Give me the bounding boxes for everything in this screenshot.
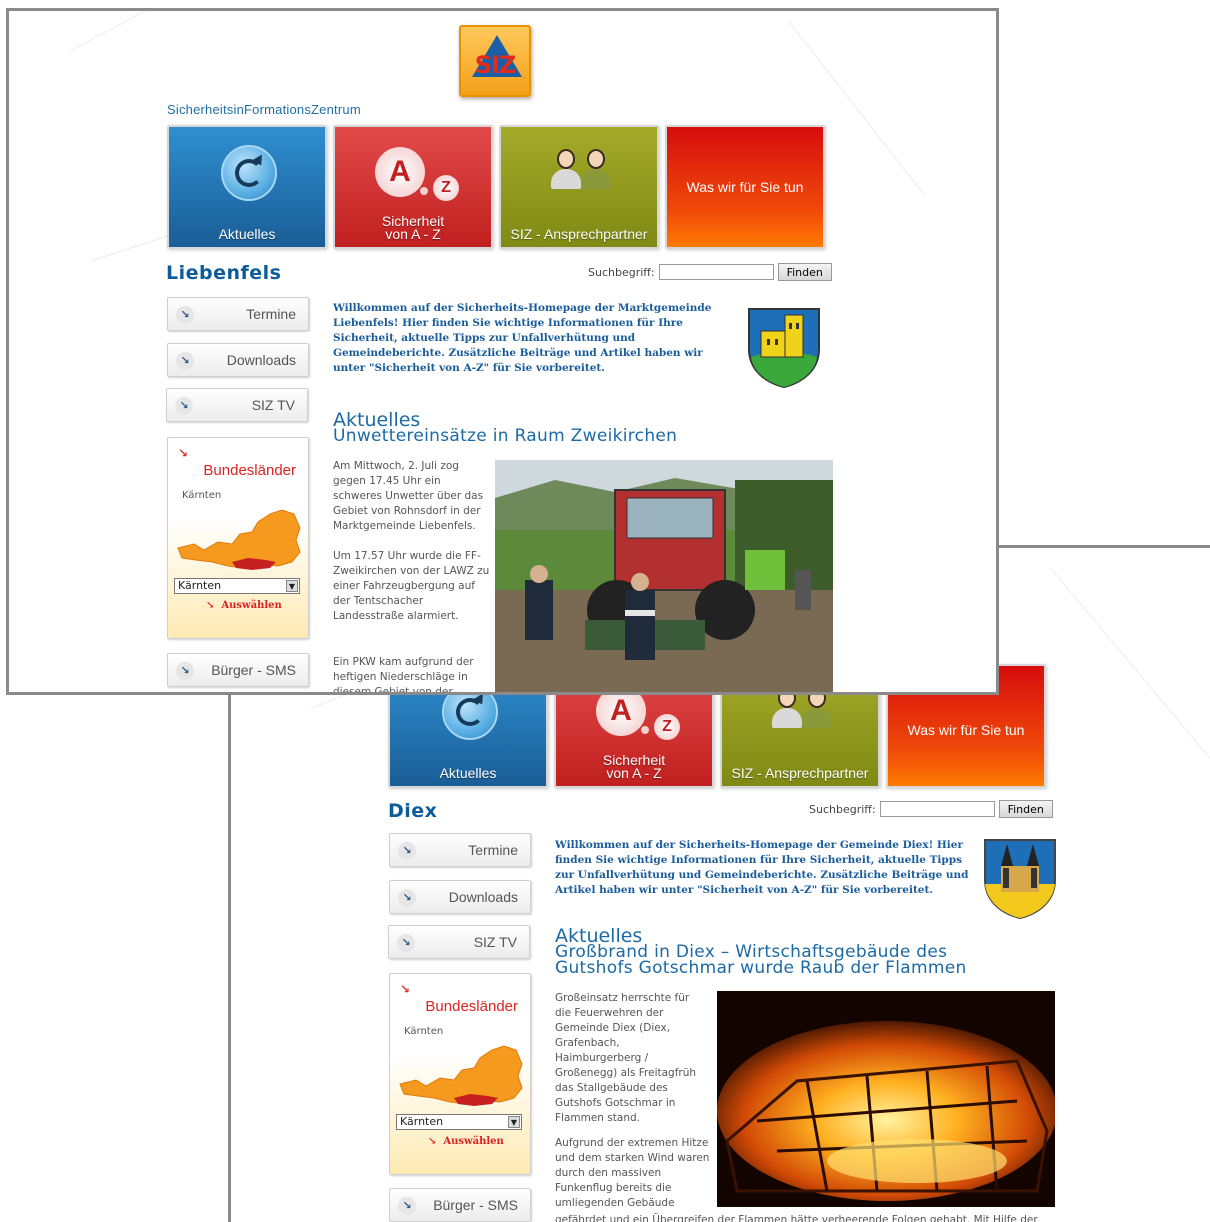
town-title: Liebenfels bbox=[166, 262, 282, 284]
nav-buerger-sms[interactable]: ↘ Bürger - SMS bbox=[167, 653, 309, 687]
tractor-flood-image bbox=[495, 460, 833, 692]
search-label: Suchbegriff: bbox=[809, 802, 876, 816]
nav-label: Termine bbox=[468, 842, 518, 858]
select-value: Kärnten bbox=[178, 579, 222, 592]
auswaehlen-link[interactable]: ↘ Auswählen bbox=[206, 600, 282, 611]
arrow-icon: ↘ bbox=[397, 934, 415, 952]
article-paragraph-1: Großeinsatz herrschte für die Feuerwehre… bbox=[555, 992, 697, 1124]
fire-photo bbox=[717, 991, 1055, 1207]
tile-label: SIZ - Ansprechpartner bbox=[731, 765, 869, 781]
storm-photo bbox=[495, 460, 833, 692]
arrow-icon: ↘ bbox=[398, 889, 416, 907]
nav-label: Bürger - SMS bbox=[211, 662, 296, 678]
tile-ansprechpartner[interactable]: SIZ - Ansprechpartner bbox=[499, 125, 659, 249]
brand-tagline: SicherheitsinFormationsZentrum bbox=[167, 102, 361, 117]
chevron-down-icon: ▼ bbox=[508, 1116, 520, 1128]
siz-logo[interactable]: SIZ bbox=[459, 25, 531, 97]
tile-label: Was wir für Sie tun bbox=[686, 179, 804, 195]
region-label: Kärnten bbox=[182, 490, 222, 501]
tile-sicherheit-a-z[interactable]: A Z Sicherheit von A - Z bbox=[333, 125, 493, 249]
tile-label: Was wir für Sie tun bbox=[907, 722, 1025, 738]
nav-termine[interactable]: ↘ Termine bbox=[167, 297, 309, 331]
liebenfels-page-screenshot: SIZ SicherheitsinFormationsZentrum Aktue… bbox=[6, 8, 999, 695]
arrow-icon: ↘ bbox=[428, 1136, 437, 1147]
tile-label: Aktuelles bbox=[439, 765, 497, 781]
diex-coat-of-arms-icon bbox=[984, 839, 1056, 920]
nav-downloads[interactable]: ↘ Downloads bbox=[389, 880, 531, 914]
a-to-z-icon: A bbox=[375, 147, 425, 197]
nav-label: Downloads bbox=[448, 889, 518, 905]
z-icon: Z bbox=[654, 714, 680, 740]
search-input[interactable] bbox=[879, 801, 995, 817]
nav-label: Downloads bbox=[226, 352, 296, 368]
search-label: Suchbegriff: bbox=[588, 265, 655, 279]
auswaehlen-label: Auswählen bbox=[443, 1136, 504, 1147]
nav-label: Bürger - SMS bbox=[433, 1197, 518, 1213]
bundeslaender-title: Bundesländer bbox=[203, 462, 296, 479]
arrow-icon: ↘ bbox=[206, 600, 215, 611]
arrow-icon: ↘ bbox=[398, 1197, 416, 1215]
nav-termine[interactable]: ↘ Termine bbox=[389, 833, 531, 867]
arrow-icon: ↘ bbox=[176, 306, 194, 324]
arrow-icon: ↘ bbox=[175, 397, 193, 415]
people-icon bbox=[551, 149, 581, 189]
article-paragraph-1: Am Mittwoch, 2. Juli zog gegen 17.45 Uhr… bbox=[333, 460, 484, 532]
tile-label: Aktuelles bbox=[218, 226, 276, 242]
tile-label-line2: von A - Z bbox=[385, 226, 441, 242]
search-button[interactable]: Finden bbox=[998, 800, 1053, 818]
nav-label: SIZ TV bbox=[473, 934, 517, 950]
nav-label: SIZ TV bbox=[251, 397, 295, 413]
tile-was-wir-tun[interactable]: Was wir für Sie tun bbox=[665, 125, 825, 249]
article-continuation: gefährdet und ein Übergreifen der Flamme… bbox=[555, 1214, 1038, 1222]
article-paragraph-2: Um 17.57 Uhr wurde die FF-Zweikirchen vo… bbox=[333, 550, 490, 622]
bundeslaender-box: ↘ Bundesländer Kärnten Kärnten ▼ ↘ Auswäh… bbox=[167, 437, 309, 639]
nav-label: Termine bbox=[246, 306, 296, 322]
region-label: Kärnten bbox=[404, 1026, 444, 1037]
barn-fire-image bbox=[717, 991, 1055, 1207]
main-tiles: Aktuelles A Z Sicherheit von A - Z SIZ - … bbox=[167, 125, 825, 249]
town-title: Diex bbox=[388, 800, 438, 822]
article-headline: Großbrand in Diex – Wirtschaftsgebäude d… bbox=[555, 942, 967, 978]
nav-siz-tv[interactable]: ↘ SIZ TV bbox=[166, 388, 308, 422]
liebenfels-coat-of-arms-icon bbox=[748, 308, 820, 389]
tile-aktuelles[interactable]: Aktuelles bbox=[167, 125, 327, 249]
welcome-text: Willkommen auf der Sicherheits-Homepage … bbox=[555, 839, 969, 896]
tile-label: SIZ - Ansprechpartner bbox=[510, 226, 648, 242]
nav-siz-tv[interactable]: ↘ SIZ TV bbox=[388, 925, 530, 959]
arrow-icon: ↘ bbox=[400, 982, 411, 996]
logo-text: SIZ bbox=[474, 51, 517, 79]
search-bar: Suchbegriff: Finden bbox=[588, 263, 832, 281]
screenshot-collage: Aktuelles A Z Sicherheit von A - Z SIZ - … bbox=[0, 0, 1210, 1222]
people-icon bbox=[581, 149, 611, 189]
tile-label-line2: von A - Z bbox=[606, 765, 662, 781]
arrow-icon: ↘ bbox=[398, 842, 416, 860]
search-bar: Suchbegriff: Finden bbox=[809, 800, 1053, 818]
select-value: Kärnten bbox=[400, 1115, 444, 1128]
bundesland-select[interactable]: Kärnten ▼ bbox=[174, 578, 300, 594]
nav-buerger-sms[interactable]: ↘ Bürger - SMS bbox=[389, 1188, 531, 1222]
arrow-icon: ↘ bbox=[178, 446, 189, 460]
article-paragraph-3: Ein PKW kam aufgrund der heftigen Nieder… bbox=[333, 656, 474, 695]
z-icon: Z bbox=[433, 175, 459, 201]
refresh-icon bbox=[221, 145, 277, 201]
search-input[interactable] bbox=[658, 264, 774, 280]
auswaehlen-link[interactable]: ↘ Auswählen bbox=[428, 1136, 504, 1147]
bundeslaender-box: ↘ Bundesländer Kärnten Kärnten ▼ ↘ Auswäh… bbox=[389, 973, 531, 1175]
bundeslaender-title: Bundesländer bbox=[425, 998, 518, 1015]
welcome-text: Willkommen auf der Sicherheits-Homepage … bbox=[333, 302, 712, 374]
search-button[interactable]: Finden bbox=[777, 263, 832, 281]
austria-map-icon bbox=[399, 1045, 523, 1106]
chevron-down-icon: ▼ bbox=[286, 580, 298, 592]
austria-map-icon bbox=[177, 509, 301, 570]
nav-downloads[interactable]: ↘ Downloads bbox=[167, 343, 309, 377]
article-headline: Unwettereinsätze in Raum Zweikirchen bbox=[333, 426, 678, 446]
bundesland-select[interactable]: Kärnten ▼ bbox=[396, 1114, 522, 1130]
arrow-icon: ↘ bbox=[176, 662, 194, 680]
auswaehlen-label: Auswählen bbox=[221, 600, 282, 611]
arrow-icon: ↘ bbox=[176, 352, 194, 370]
article-paragraph-2: Aufgrund der extremen Hitze und dem star… bbox=[555, 1137, 710, 1209]
